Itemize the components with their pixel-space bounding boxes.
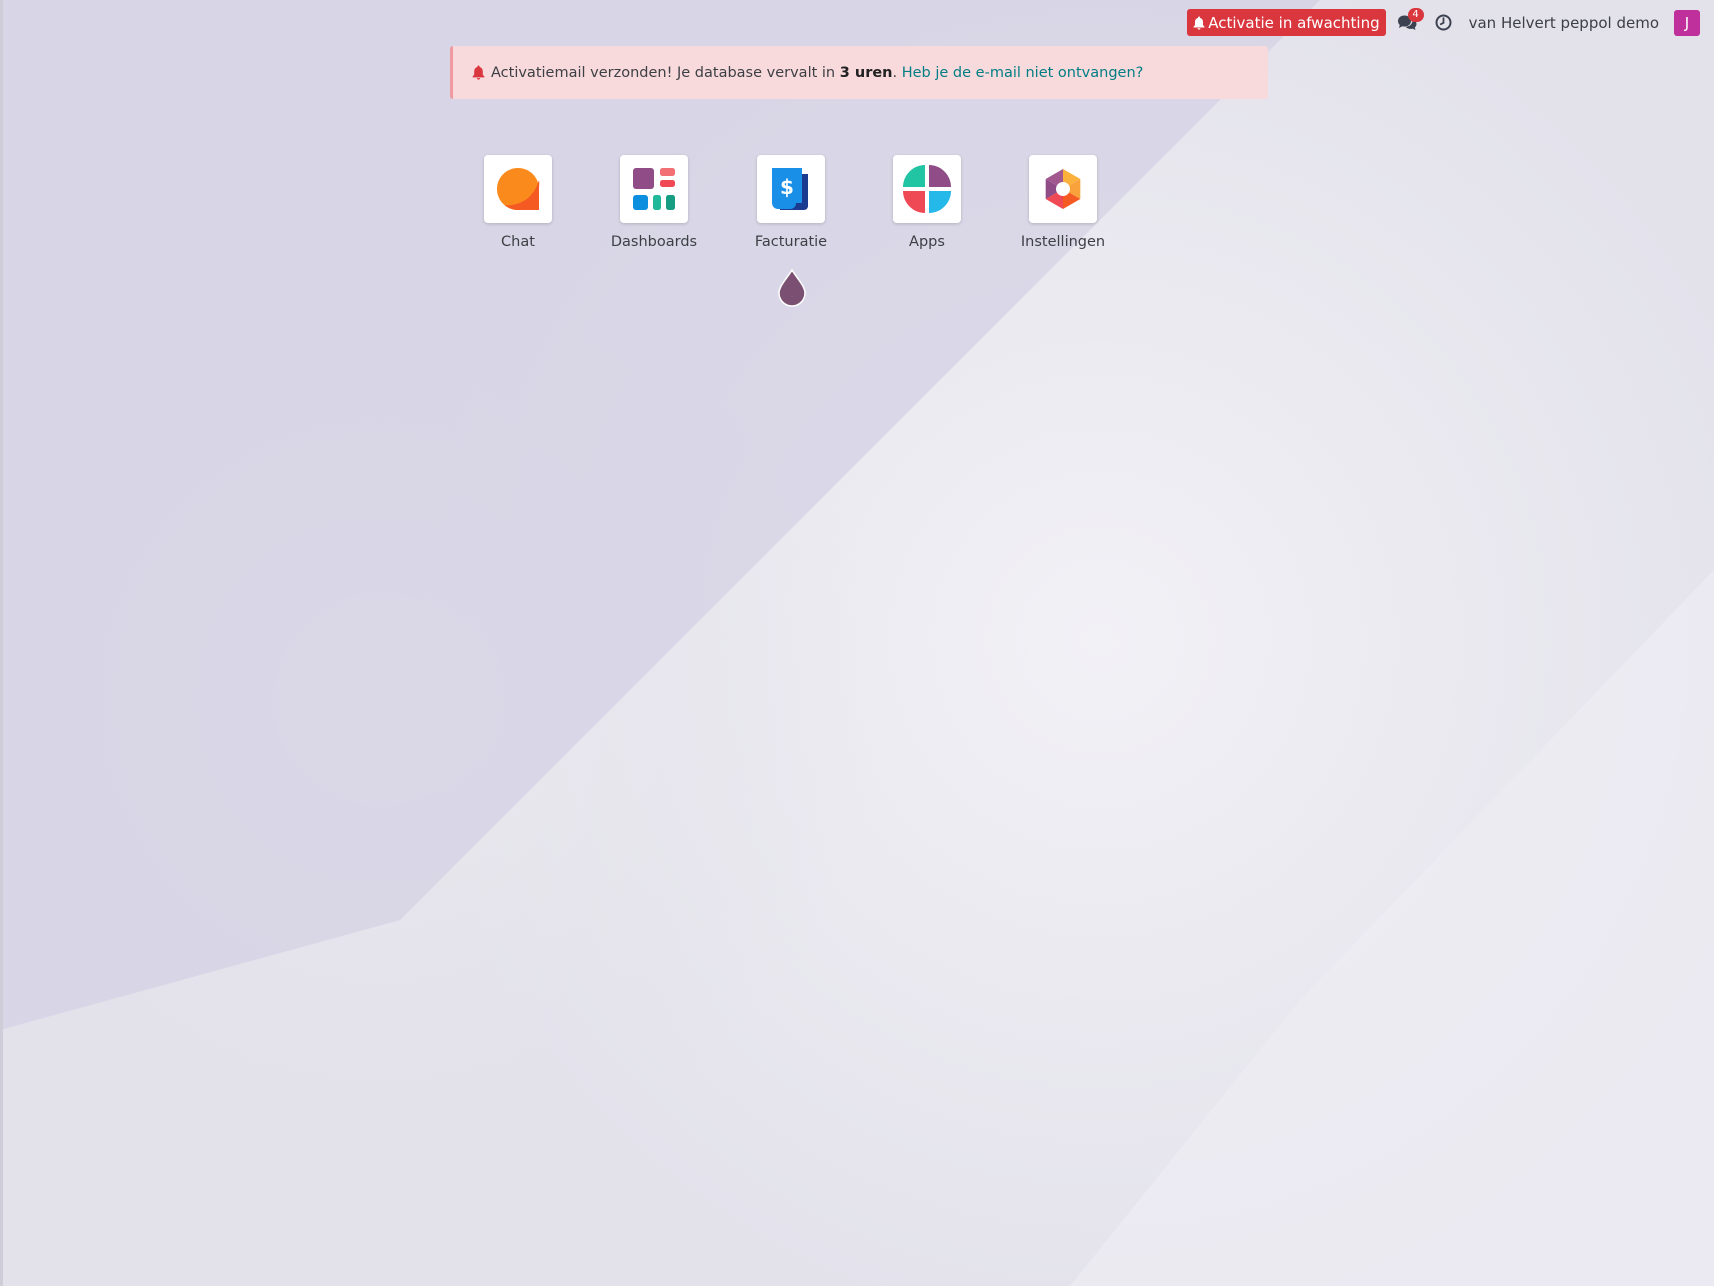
- bell-icon: [1193, 16, 1205, 30]
- activation-pending-label: Activatie in afwachting: [1208, 13, 1380, 32]
- app-label: Chat: [501, 234, 535, 250]
- svg-text:$: $: [780, 175, 794, 199]
- app-label: Instellingen: [1020, 234, 1106, 250]
- app-tile: $: [757, 155, 825, 223]
- avatar-initial: J: [1684, 13, 1690, 32]
- user-avatar[interactable]: J: [1674, 9, 1700, 36]
- app-invoicing[interactable]: $ Facturatie: [731, 155, 851, 250]
- app-chat[interactable]: Chat: [458, 155, 578, 250]
- alert-expiry: 3 uren: [839, 64, 893, 81]
- app-tile: [484, 155, 552, 223]
- app-tile: [620, 155, 688, 223]
- app-label: Facturatie: [754, 234, 828, 250]
- activation-alert: Activatiemail verzonden! Je database ver…: [450, 46, 1268, 99]
- top-bar: Activatie in afwachting 4 van Helvert pe…: [1187, 8, 1700, 36]
- clock-icon: [1435, 14, 1452, 31]
- app-tile: [1029, 155, 1097, 223]
- dashboards-app-icon: [633, 168, 675, 210]
- messages-button[interactable]: 4: [1393, 8, 1424, 36]
- app-settings[interactable]: Instellingen: [1003, 155, 1123, 250]
- messages-count-badge: 4: [1407, 8, 1424, 22]
- invoicing-app-icon: $: [772, 168, 808, 210]
- app-label: Apps: [909, 234, 945, 250]
- alert-text: Activatiemail verzonden! Je database ver…: [491, 64, 840, 81]
- activation-pending-button[interactable]: Activatie in afwachting: [1187, 9, 1386, 36]
- apps-app-icon: [903, 165, 951, 213]
- app-apps[interactable]: Apps: [867, 155, 987, 250]
- app-tile: [893, 155, 961, 223]
- alert-text-after: .: [892, 64, 902, 81]
- activities-button[interactable]: [1433, 9, 1455, 36]
- resend-email-link[interactable]: Heb je de e-mail niet ontvangen?: [902, 65, 1144, 81]
- chat-app-icon: [497, 168, 540, 210]
- app-grid: Chat Dashboards $ Facturatie Apps Instel…: [0, 155, 1714, 275]
- droplet-icon: [778, 269, 806, 307]
- app-dashboards[interactable]: Dashboards: [594, 155, 714, 250]
- bell-icon: [472, 65, 485, 80]
- settings-app-icon: [1045, 169, 1081, 209]
- app-label: Dashboards: [610, 234, 698, 250]
- company-name[interactable]: van Helvert peppol demo: [1469, 14, 1659, 32]
